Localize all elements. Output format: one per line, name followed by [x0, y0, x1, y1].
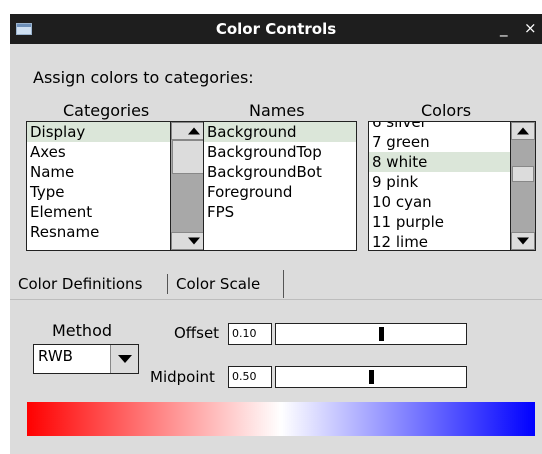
categories-header: Categories — [63, 101, 150, 120]
colors-scrollbar[interactable] — [510, 121, 536, 251]
offset-slider[interactable] — [275, 323, 467, 345]
minimize-button[interactable]: _ — [500, 19, 508, 37]
names-listbox[interactable]: Background BackgroundTop BackgroundBot Fore… — [203, 121, 357, 251]
colors-scroll-thumb[interactable] — [512, 166, 534, 182]
midpoint-slider-handle[interactable] — [369, 370, 374, 384]
name-list-item[interactable]: Foreground — [204, 182, 356, 202]
assign-label: Assign colors to categories: — [33, 68, 254, 87]
name-list-item[interactable]: BackgroundBot — [204, 162, 356, 182]
colors-scroll-down-button[interactable] — [511, 232, 535, 250]
midpoint-label: Midpoint — [150, 368, 215, 386]
names-header: Names — [249, 101, 305, 120]
offset-slider-handle[interactable] — [379, 327, 384, 341]
tab-content-divider — [10, 299, 542, 300]
method-select[interactable]: RWB — [33, 344, 139, 374]
name-list-item[interactable]: Background — [204, 122, 356, 142]
offset-label: Offset — [174, 324, 220, 342]
name-list-item[interactable]: FPS — [204, 202, 356, 222]
tab-color-scale[interactable]: Color Scale — [176, 270, 284, 298]
method-value: RWB — [38, 347, 73, 365]
offset-value-field[interactable]: 0.10 — [228, 323, 272, 345]
midpoint-slider[interactable] — [275, 366, 467, 388]
chevron-down-icon[interactable] — [110, 345, 138, 373]
method-label: Method — [52, 321, 113, 340]
name-list-item[interactable]: BackgroundTop — [204, 142, 356, 162]
close-button[interactable]: × — [524, 19, 537, 37]
colors-scroll-up-button[interactable] — [511, 122, 535, 140]
midpoint-value-field[interactable]: 0.50 — [228, 366, 272, 388]
title-bar[interactable]: Color Controls _ × — [10, 14, 542, 44]
colors-header: Colors — [421, 101, 472, 120]
color-controls-window: Color Controls _ × Assign colors to cate… — [10, 14, 542, 454]
color-scale-gradient-bar — [27, 402, 535, 436]
window-title: Color Controls — [215, 20, 337, 38]
tab-color-definitions[interactable]: Color Definitions — [18, 270, 173, 298]
tab-separator — [167, 274, 168, 294]
